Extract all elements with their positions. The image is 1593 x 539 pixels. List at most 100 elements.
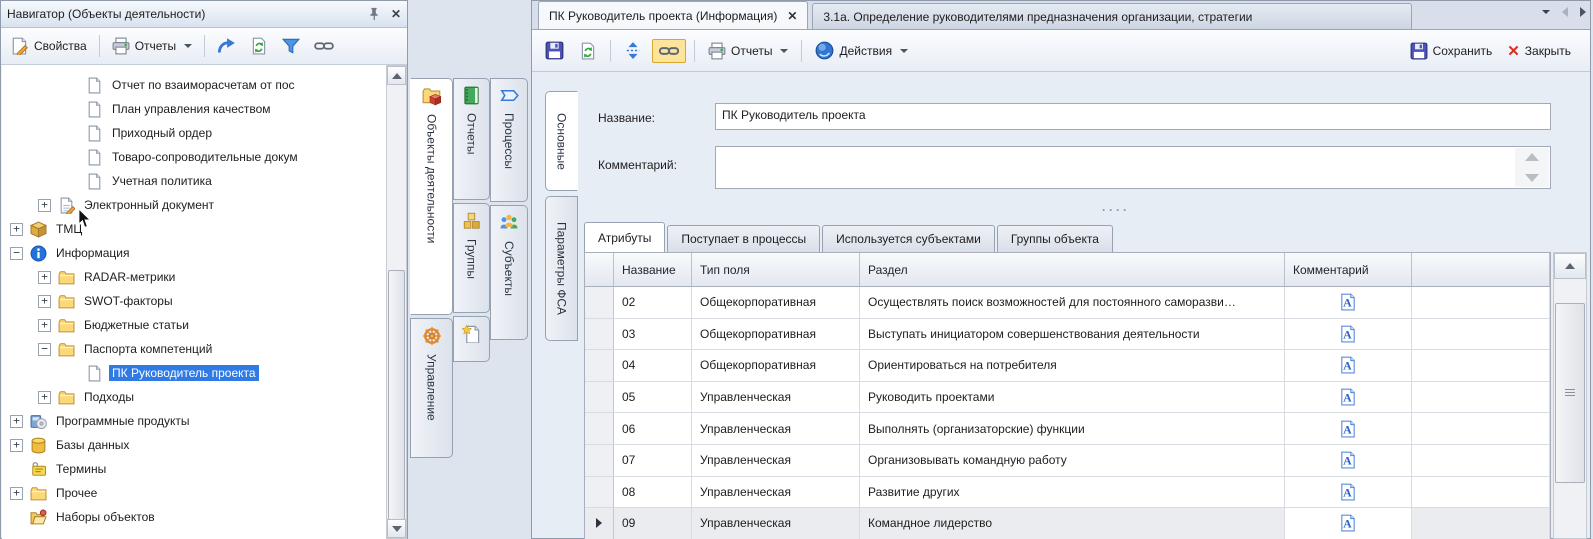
table-scrollbar[interactable] xyxy=(1553,252,1587,539)
table-row[interactable]: 09УправленческаяКомандное лидерствоA xyxy=(585,508,1550,539)
expand-collapse-button[interactable] xyxy=(619,38,647,63)
nav-vtab-Управление[interactable]: Управление xyxy=(410,318,453,458)
table-row[interactable]: 07УправленческаяОрганизовывать командную… xyxy=(585,445,1550,477)
tree-item[interactable]: Приходный ордер xyxy=(2,121,386,145)
actions-button[interactable]: Действия xyxy=(810,38,913,63)
nav-vtab-Объекты деятельности[interactable]: Объекты деятельности xyxy=(410,78,453,315)
refresh-button[interactable] xyxy=(574,39,602,63)
tree-item-label: Электронный документ xyxy=(81,197,217,213)
nav-vtab-Группы[interactable]: Группы xyxy=(453,203,490,313)
refresh-icon xyxy=(579,42,597,60)
scrollbar-thumb[interactable] xyxy=(1555,303,1585,483)
tree-item[interactable]: + Электронный документ xyxy=(2,193,386,217)
pin-icon[interactable] xyxy=(367,7,381,21)
column-header[interactable]: Название xyxy=(614,253,692,287)
tree-expander[interactable]: + xyxy=(10,439,23,452)
tree-item[interactable]: Учетная политика xyxy=(2,169,386,193)
tree-item[interactable]: +Программные продукты xyxy=(2,409,386,433)
comment-input[interactable] xyxy=(715,146,1551,189)
cell-comment[interactable]: A xyxy=(1285,508,1412,539)
tree-item[interactable]: Наборы объектов xyxy=(2,505,386,529)
scroll-down-button[interactable] xyxy=(387,519,406,538)
tree-item[interactable]: −Информация xyxy=(2,241,386,265)
nav-reports-button[interactable]: Отчеты xyxy=(107,34,197,58)
doc-tab-inactive[interactable]: 3.1а. Определение руководителями предназ… xyxy=(812,3,1412,29)
close-panel-icon[interactable]: ✕ xyxy=(391,7,401,21)
cell-comment[interactable]: A xyxy=(1285,382,1412,414)
side-tab-Параметры ФСА[interactable]: Параметры ФСА xyxy=(545,196,578,341)
nav-vtab-icon[interactable] xyxy=(453,316,490,362)
tree-expander[interactable]: + xyxy=(38,271,51,284)
navigator-scrollbar[interactable] xyxy=(386,65,407,539)
cell-comment[interactable]: A xyxy=(1285,477,1412,509)
side-tab-Основные[interactable]: Основные xyxy=(545,91,578,191)
tree-item[interactable]: +Базы данных xyxy=(2,433,386,457)
link-toggle-button[interactable] xyxy=(652,39,686,63)
tree-item[interactable]: Товаро-сопроводительные докум xyxy=(2,145,386,169)
tree-item[interactable]: +Подходы xyxy=(2,385,386,409)
object-tab[interactable]: Используется субъектами xyxy=(822,225,995,252)
tree-expander[interactable]: − xyxy=(10,247,23,260)
table-row[interactable]: 06УправленческаяВыполнять (организаторск… xyxy=(585,413,1550,445)
cell-comment[interactable]: A xyxy=(1285,445,1412,477)
tree-expander[interactable]: − xyxy=(38,343,51,356)
save-icon-button[interactable] xyxy=(540,38,569,63)
column-header[interactable]: Раздел xyxy=(860,253,1285,287)
refresh-button[interactable] xyxy=(245,34,273,58)
tree-item[interactable]: +SWOT-факторы xyxy=(2,289,386,313)
cell-comment[interactable]: A xyxy=(1285,287,1412,319)
tree-item[interactable]: ПК Руководитель проекта xyxy=(2,361,386,385)
object-tab[interactable]: Поступает в процессы xyxy=(667,225,820,252)
column-header[interactable]: Комментарий xyxy=(1285,253,1412,287)
tree-item[interactable]: Отчет по взаиморасчетам от пос xyxy=(2,73,386,97)
scrollbar-thumb[interactable] xyxy=(388,270,405,520)
cell-comment[interactable]: A xyxy=(1285,413,1412,445)
tree-expander[interactable]: + xyxy=(10,223,23,236)
tree-item[interactable]: +RADAR-метрики xyxy=(2,265,386,289)
scroll-down-icon[interactable] xyxy=(1525,174,1539,182)
cell-comment[interactable]: A xyxy=(1285,350,1412,382)
close-tab-icon[interactable]: ✕ xyxy=(787,9,797,23)
tree-item[interactable]: Термины xyxy=(2,457,386,481)
tab-scroll-right-icon[interactable] xyxy=(1580,7,1586,17)
tree-expander[interactable]: + xyxy=(10,487,23,500)
table-row[interactable]: 02ОбщекорпоративнаяОсуществлять поиск во… xyxy=(585,287,1550,319)
link-button[interactable] xyxy=(309,35,339,57)
tree-item[interactable]: +Бюджетные статьи xyxy=(2,313,386,337)
table-row[interactable]: 04ОбщекорпоративнаяОриентироваться на по… xyxy=(585,350,1550,382)
cell-comment[interactable]: A xyxy=(1285,319,1412,351)
column-header[interactable]: Тип поля xyxy=(692,253,860,287)
object-tab[interactable]: Атрибуты xyxy=(584,222,665,252)
splitter-handle[interactable]: ···· xyxy=(1102,203,1130,217)
save-button[interactable]: Сохранить xyxy=(1405,39,1498,63)
tree-expander[interactable]: + xyxy=(38,391,51,404)
properties-button[interactable]: Свойства xyxy=(6,34,92,58)
tree-item[interactable]: План управления качеством xyxy=(2,97,386,121)
table-row[interactable]: 08УправленческаяРазвитие другихA xyxy=(585,477,1550,509)
comment-scroll-buttons[interactable] xyxy=(1515,148,1549,187)
nav-vtab-Процессы[interactable]: Процессы xyxy=(490,78,528,202)
tab-scroll-left-icon[interactable] xyxy=(1562,7,1568,17)
close-button[interactable]: ✕ Закрыть xyxy=(1502,39,1576,63)
tree-expander[interactable]: + xyxy=(10,415,23,428)
tab-list-dropdown-icon[interactable] xyxy=(1542,10,1550,14)
object-tab[interactable]: Группы объекта xyxy=(997,225,1113,252)
reports-button[interactable]: Отчеты xyxy=(703,39,793,63)
tree-expander[interactable]: + xyxy=(38,319,51,332)
scroll-up-button[interactable] xyxy=(1554,253,1586,279)
go-to-icon-button[interactable] xyxy=(212,34,241,59)
tree-expander[interactable]: + xyxy=(38,199,51,212)
filter-button[interactable] xyxy=(277,34,305,58)
tree-item[interactable]: +Прочее xyxy=(2,481,386,505)
tree-expander[interactable]: + xyxy=(38,295,51,308)
nav-vtab-Субъекты[interactable]: Субъекты xyxy=(490,205,528,340)
nav-vtab-Отчеты[interactable]: Отчеты xyxy=(453,78,490,200)
table-row[interactable]: 03ОбщекорпоративнаяВыступать инициатором… xyxy=(585,319,1550,351)
name-input[interactable]: ПК Руководитель проекта xyxy=(715,103,1551,130)
scroll-up-icon[interactable] xyxy=(1525,153,1539,161)
tree-item[interactable]: −Паспорта компетенций xyxy=(2,337,386,361)
scroll-up-button[interactable] xyxy=(387,66,406,85)
table-row[interactable]: 05УправленческаяРуководить проектамиA xyxy=(585,382,1550,414)
doc-tab-active[interactable]: ПК Руководитель проекта (Информация) ✕ xyxy=(538,1,808,29)
tree-item[interactable]: +ТМЦ xyxy=(2,217,386,241)
